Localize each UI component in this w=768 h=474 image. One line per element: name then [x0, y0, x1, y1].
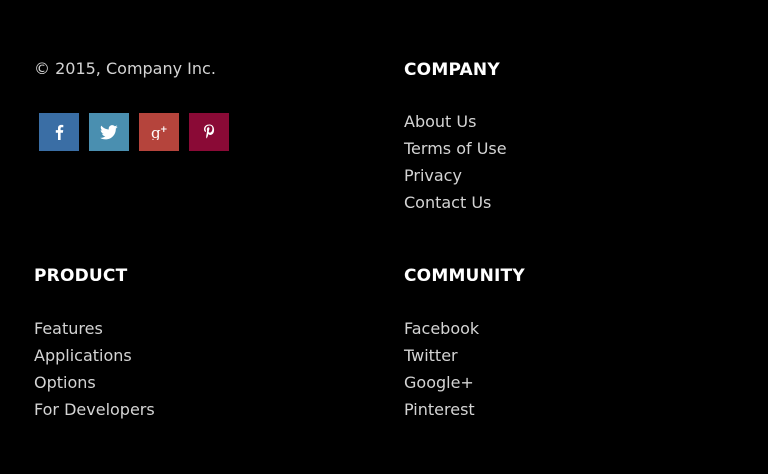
pinterest-button[interactable] [189, 113, 229, 151]
link-contact-us[interactable]: Contact Us [404, 189, 507, 216]
link-pinterest[interactable]: Pinterest [404, 396, 479, 423]
link-applications[interactable]: Applications [34, 342, 155, 369]
twitter-button[interactable] [89, 113, 129, 151]
facebook-button[interactable] [39, 113, 79, 151]
community-heading: COMMUNITY [404, 266, 525, 286]
company-links: About Us Terms of Use Privacy Contact Us [404, 108, 507, 216]
link-terms-of-use[interactable]: Terms of Use [404, 135, 507, 162]
link-features[interactable]: Features [34, 315, 155, 342]
link-google-plus[interactable]: Google+ [404, 369, 479, 396]
facebook-icon [53, 124, 65, 140]
twitter-icon [100, 124, 118, 140]
link-facebook[interactable]: Facebook [404, 315, 479, 342]
link-twitter[interactable]: Twitter [404, 342, 479, 369]
link-privacy[interactable]: Privacy [404, 162, 507, 189]
company-heading: COMPANY [404, 60, 500, 80]
google-plus-button[interactable]: g + [139, 113, 179, 151]
product-heading: PRODUCT [34, 266, 128, 286]
link-about-us[interactable]: About Us [404, 108, 507, 135]
google-plus-icon: g + [150, 124, 168, 140]
product-links: Features Applications Options For Develo… [34, 315, 155, 423]
copyright-text: © 2015, Company Inc. [34, 59, 216, 78]
svg-text:+: + [160, 125, 168, 135]
pinterest-icon [203, 124, 215, 140]
social-links: g + [39, 113, 229, 151]
link-options[interactable]: Options [34, 369, 155, 396]
link-for-developers[interactable]: For Developers [34, 396, 155, 423]
site-footer: © 2015, Company Inc. g + COMPANY About U… [0, 0, 768, 474]
community-links: Facebook Twitter Google+ Pinterest [404, 315, 479, 423]
